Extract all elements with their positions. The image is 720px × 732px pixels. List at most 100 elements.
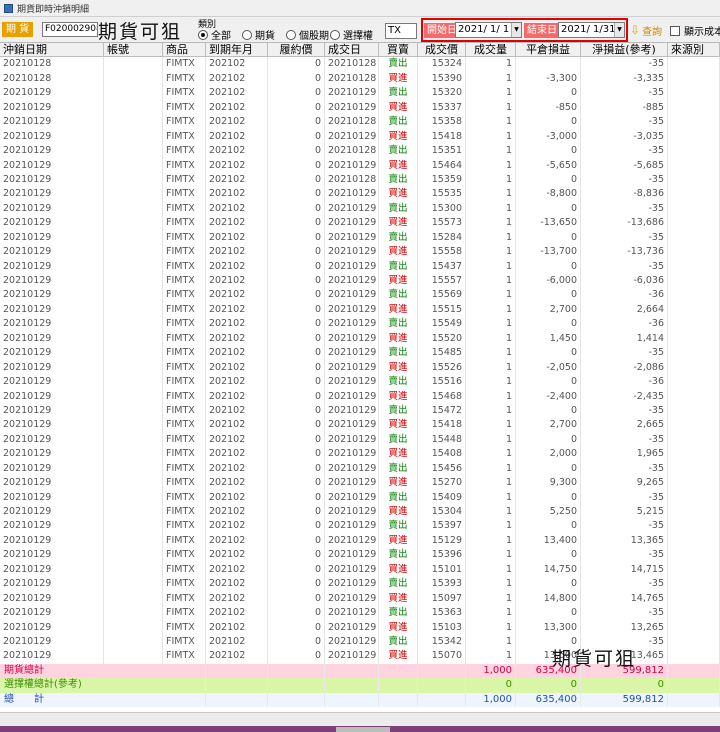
table-row[interactable]: 20210129 FIMTX 202102 0 20210129 賣出 15485 1 0 -35 xyxy=(0,346,720,361)
table-row[interactable]: 20210129 FIMTX 202102 0 20210129 買進 15097 1 14,8… xyxy=(0,591,720,607)
table-row[interactable]: 20210129 FIMTX 202102 0 20210129 買進 15558 1 -13,… xyxy=(0,245,720,260)
radio-all[interactable]: 全部 xyxy=(198,27,231,42)
table-row[interactable]: 20210129 FIMTX 202102 0 20210129 買進 15129 1 13,4… xyxy=(0,533,720,549)
table-row[interactable]: 20210129 FIMTX 202102 0 20210129 買進 15468 1 -2,4… xyxy=(0,389,720,404)
column-header-trade-date[interactable]: 成交日 xyxy=(325,43,379,58)
cell-price: 15418 xyxy=(418,129,466,145)
cell-buy-sell: 賣出 xyxy=(379,201,418,217)
table-row[interactable]: 20210129 FIMTX 202102 0 20210129 賣出 15320 1 0 -35 xyxy=(0,86,720,101)
table-row[interactable]: 20210129 FIMTX 202102 0 20210129 賣出 15300 1 0 -35 xyxy=(0,201,720,217)
cell-date: 20210129 xyxy=(0,187,104,202)
end-date-picker[interactable]: 2021/ 1/31 ▼ xyxy=(558,22,625,38)
column-header-qty[interactable]: 成交量 xyxy=(466,43,516,58)
table-row[interactable]: 20210129 FIMTX 202102 0 20210129 買進 15101 1 14,7… xyxy=(0,562,720,578)
cell-qty: 1 xyxy=(466,129,516,145)
cell-source xyxy=(668,403,720,419)
table-row[interactable]: 20210129 FIMTX 202102 0 20210128 賣出 15351 1 0 -35 xyxy=(0,144,720,159)
column-header-account[interactable]: 帳號 xyxy=(104,43,163,58)
table-row[interactable]: 20210128 FIMTX 202102 0 20210128 賣出 15324 1 -35 xyxy=(0,57,720,72)
summary-spacer xyxy=(325,692,379,708)
column-header-buy-sell[interactable]: 買賣 xyxy=(379,43,418,58)
cell-qty: 1 xyxy=(466,100,516,116)
table-row[interactable]: 20210129 FIMTX 202102 0 20210129 買進 15304 1 5,25… xyxy=(0,505,720,520)
cell-source xyxy=(668,447,720,462)
horizontal-scrollbar[interactable] xyxy=(336,727,390,732)
radio-futures-label: 期貨 xyxy=(255,31,275,42)
table-row[interactable]: 20210129 FIMTX 202102 0 20210129 買進 15464 1 -5,6… xyxy=(0,158,720,173)
query-button[interactable]: ⇩ 查詢 xyxy=(630,22,662,38)
table-row[interactable]: 20210129 FIMTX 202102 0 20210129 買進 15337 1 -850… xyxy=(0,100,720,116)
cell-product: FIMTX xyxy=(163,606,206,621)
column-header-net-pl[interactable]: 淨損益(參考) xyxy=(581,43,668,58)
cell-price: 15270 xyxy=(418,476,466,491)
cell-qty: 1 xyxy=(466,288,516,303)
column-header-price[interactable]: 成交價 xyxy=(418,43,466,58)
table-row[interactable]: 20210129 FIMTX 202102 0 20210129 賣出 15393 1 0 -35 xyxy=(0,577,720,592)
cell-account xyxy=(104,620,163,635)
table-row[interactable]: 20210129 FIMTX 202102 0 20210129 賣出 15363 1 0 -35 xyxy=(0,606,720,621)
cell-account xyxy=(104,418,163,433)
cell-account xyxy=(104,375,163,390)
table-row[interactable]: 20210129 FIMTX 202102 0 20210129 賣出 15448 1 0 -35 xyxy=(0,432,720,448)
table-row[interactable]: 20210129 FIMTX 202102 0 20210129 買進 15520 1 1,45… xyxy=(0,331,720,347)
account-select[interactable]: F020002908 xyxy=(42,22,98,37)
cell-close-pl: -3,000 xyxy=(516,129,581,145)
table-row[interactable]: 20210129 FIMTX 202102 0 20210128 賣出 15358 1 0 -35 xyxy=(0,115,720,130)
table-row[interactable]: 20210129 FIMTX 202102 0 20210129 買進 15418 1 -3,0… xyxy=(0,129,720,145)
table-row[interactable]: 20210129 FIMTX 202102 0 20210129 賣出 15569 1 0 -36 xyxy=(0,288,720,303)
table-row[interactable]: 20210129 FIMTX 202102 0 20210129 賣出 15456 1 0 -35 xyxy=(0,461,720,477)
radio-stock-futures[interactable]: 個股期 xyxy=(286,27,329,42)
cell-price: 15456 xyxy=(418,461,466,477)
chevron-down-icon[interactable]: ▼ xyxy=(614,23,624,37)
cell-account xyxy=(104,216,163,231)
column-header-product[interactable]: 商品 xyxy=(163,43,206,58)
cell-trade-date: 20210128 xyxy=(325,115,379,130)
radio-futures[interactable]: 期貨 xyxy=(242,27,275,42)
cell-date: 20210129 xyxy=(0,346,104,361)
table-row[interactable]: 20210129 FIMTX 202102 0 20210129 賣出 15437 1 0 -35 xyxy=(0,259,720,274)
table-row[interactable]: 20210129 FIMTX 202102 0 20210129 賣出 15549 1 0 -36 xyxy=(0,317,720,332)
cell-source xyxy=(668,115,720,130)
cell-expiry: 202102 xyxy=(206,476,268,491)
cell-net-pl: -36 xyxy=(581,375,668,390)
cell-trade-date: 20210129 xyxy=(325,230,379,246)
cell-close-pl: -850 xyxy=(516,100,581,116)
table-row[interactable]: 20210129 FIMTX 202102 0 20210129 賣出 15472 1 0 -35 xyxy=(0,403,720,419)
table-row[interactable]: 20210129 FIMTX 202102 0 20210129 買進 15515 1 2,70… xyxy=(0,302,720,318)
cell-close-pl: 0 xyxy=(516,519,581,534)
summary-spacer xyxy=(206,678,268,693)
cell-buy-sell: 賣出 xyxy=(379,317,418,332)
column-header-strike[interactable]: 履約價 xyxy=(268,43,325,58)
column-header-expiry[interactable]: 到期年月 xyxy=(206,43,268,58)
table-row[interactable]: 20210129 FIMTX 202102 0 20210129 買進 15418 1 2,70… xyxy=(0,418,720,433)
cell-date: 20210129 xyxy=(0,375,104,390)
cell-source xyxy=(668,259,720,274)
table-row[interactable]: 20210129 FIMTX 202102 0 20210129 賣出 15397 1 0 -35 xyxy=(0,519,720,534)
table-row[interactable]: 20210129 FIMTX 202102 0 20210129 賣出 15516 1 0 -36 xyxy=(0,375,720,390)
cell-strike: 0 xyxy=(268,375,325,390)
table-row[interactable]: 20210129 FIMTX 202102 0 20210129 買進 15103 1 13,3… xyxy=(0,620,720,635)
column-header-close-pl[interactable]: 平倉損益 xyxy=(516,43,581,58)
table-row[interactable]: 20210129 FIMTX 202102 0 20210129 賣出 15409 1 0 -35 xyxy=(0,490,720,505)
table-row[interactable]: 20210129 FIMTX 202102 0 20210129 賣出 15284 1 0 -35 xyxy=(0,230,720,246)
table-row[interactable]: 20210129 FIMTX 202102 0 20210129 買進 15270 1 9,30… xyxy=(0,476,720,491)
radio-options[interactable]: 選擇權 xyxy=(330,27,373,42)
table-row[interactable]: 20210129 FIMTX 202102 0 20210129 買進 15573 1 -13,… xyxy=(0,216,720,231)
column-header-date[interactable]: 沖銷日期 xyxy=(0,43,104,58)
chevron-down-icon[interactable]: ▼ xyxy=(511,23,521,37)
start-date-picker[interactable]: 2021/ 1/ 1 ▼ xyxy=(455,22,522,38)
table-row[interactable]: 20210129 FIMTX 202102 0 20210129 賣出 15396 1 0 -35 xyxy=(0,548,720,563)
cell-expiry: 202102 xyxy=(206,591,268,607)
column-header-source[interactable]: 來源別 xyxy=(668,43,720,58)
table-row[interactable]: 20210129 FIMTX 202102 0 20210129 買進 15535 1 -8,8… xyxy=(0,187,720,202)
cell-price: 15569 xyxy=(418,288,466,303)
cell-date: 20210129 xyxy=(0,577,104,592)
show-cost-checkbox[interactable]: 顯示成本 xyxy=(670,23,720,38)
table-row[interactable]: 20210129 FIMTX 202102 0 20210129 買進 15526 1 -2,0… xyxy=(0,360,720,376)
table-row[interactable]: 20210129 FIMTX 202102 0 20210129 買進 15557 1 -6,0… xyxy=(0,274,720,289)
table-row[interactable]: 20210129 FIMTX 202102 0 20210129 買進 15408 1 2,00… xyxy=(0,447,720,462)
table-row[interactable]: 20210128 FIMTX 202102 0 20210128 買進 15390 1 -3,3… xyxy=(0,71,720,87)
cell-strike: 0 xyxy=(268,71,325,87)
table-row[interactable]: 20210129 FIMTX 202102 0 20210128 賣出 15359 1 0 -35 xyxy=(0,172,720,188)
product-input[interactable]: TX xyxy=(385,23,417,39)
